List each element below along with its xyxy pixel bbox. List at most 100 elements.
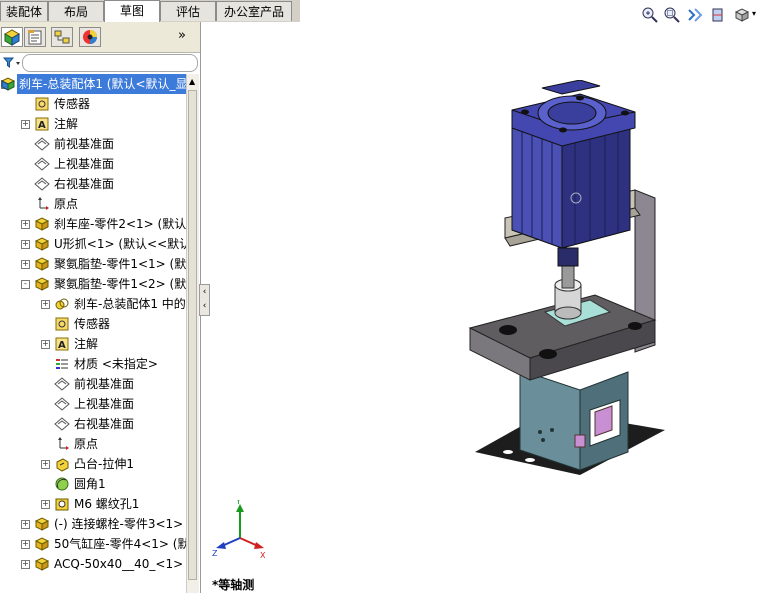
tree-item-label: 圆角1 [74,477,106,491]
configurationmanager-tab[interactable] [51,27,73,47]
tree-item-label: 刹车-总装配体1 (默认<默认_显 [17,74,186,94]
tree-item-label: 刹车-总装配体1 中的配合 [74,297,186,311]
tree-item[interactable]: 右视基准面 [0,414,186,434]
tree-item-label: 注解 [74,337,99,351]
tree-item[interactable]: + 刹车座-零件2<1> (默认<< [0,214,186,234]
scroll-up-arrow[interactable]: ▲ [189,77,195,86]
tree-item-label: M6 螺纹孔1 [74,497,140,511]
tree-item-label: 上视基准面 [74,397,135,411]
plane-icon [54,397,70,411]
tree-item-label: 原点 [54,197,79,211]
origin-icon [38,197,49,210]
tree-item-label: 材质 <未指定> [74,357,158,371]
expand-toggle[interactable]: + [21,220,30,229]
tree-item[interactable]: 材质 <未指定> [0,354,186,374]
filter-icon[interactable] [3,57,21,69]
tree-item[interactable]: +50气缸座-零件4<1> (默认< [0,534,186,554]
featuremanager-tab[interactable] [1,27,23,47]
collapse-toggle[interactable]: - [21,280,30,289]
part-icon [34,217,50,231]
tree-item[interactable]: + A 注解 [0,114,186,134]
tree-item-label: 传感器 [54,97,91,111]
tree-item[interactable]: 前视基准面 [0,374,186,394]
tree-item-label: 注解 [54,117,79,131]
material-icon [56,359,68,369]
tree-item[interactable]: + M6 螺纹孔1 [0,494,186,514]
expand-toggle[interactable]: + [21,560,30,569]
expand-toggle[interactable]: + [21,520,30,529]
tree-item[interactable]: + A 注解 [0,334,186,354]
expand-toggle[interactable]: + [21,120,30,129]
tree-item[interactable]: 上视基准面 [0,154,186,174]
tree-item[interactable]: 原点 [0,434,186,454]
tree-item-label: 传感器 [74,317,111,331]
view-orientation-dropdown[interactable]: ▾ [752,9,756,18]
tab-layout[interactable]: 布局 [48,1,104,21]
tree-item-label: 凸台-拉伸1 [74,457,134,471]
tree-item[interactable]: -刹车-总装配体1 (默认<默认_显 [0,74,186,94]
mate-icon [55,298,69,310]
tree-item-label: 50气缸座-零件4<1> (默认< [54,537,186,551]
panel-collapse-toggle[interactable]: » [178,28,186,43]
tree-scrollbar[interactable]: ▲ [186,74,199,593]
expand-toggle[interactable]: + [41,300,50,309]
svg-text:A: A [38,120,46,131]
plane-icon [34,157,50,171]
tree-item[interactable]: 传感器 [0,314,186,334]
tab-sketch[interactable]: 草图 [104,0,160,22]
propertymanager-tab[interactable] [24,27,46,47]
filter-input[interactable] [22,54,198,72]
zoom-to-area-icon[interactable] [663,6,681,24]
sensor-icon [35,97,49,111]
part-icon [34,537,50,551]
tab-assembly[interactable]: 装配体 [0,1,48,21]
tab-office-products[interactable]: 办公室产品 [216,1,292,21]
tree-item-label: 刹车座-零件2<1> (默认<< [54,217,186,231]
tree-item[interactable]: 原点 [0,194,186,214]
view-orientation-label: *等轴测 [212,578,255,592]
expand-toggle[interactable]: + [41,460,50,469]
triad-z-label: Z [212,549,218,558]
previous-view-icon[interactable] [686,6,704,24]
panel-splitter-handle[interactable]: ‹ ‹ [199,284,210,316]
tree-item-label: ACQ-50x40__40_<1> (默认 [54,557,186,571]
section-view-icon[interactable] [709,6,727,24]
tree-item[interactable]: 上视基准面 [0,394,186,414]
tree-item-label: 上视基准面 [54,157,115,171]
tree-item-label: 右视基准面 [74,417,135,431]
hole-icon [55,498,69,511]
appearance-icon [83,30,97,44]
origin-icon [58,437,69,450]
expand-toggle[interactable]: + [21,540,30,549]
expand-toggle[interactable]: + [21,260,30,269]
tree-item[interactable]: + 聚氨脂垫-零件1<1> (默认< [0,254,186,274]
assembly-model-render[interactable] [430,80,680,480]
tree-item[interactable]: + 刹车-总装配体1 中的配合 [0,294,186,314]
propertymanager-icon [28,30,42,45]
tab-evaluate[interactable]: 评估 [160,1,216,21]
feature-manager-panel: » -刹车-总装配体1 (默认<默认_显传感器+A注解前视基准面上视基准面右视基… [0,22,201,593]
tree-item[interactable]: 前视基准面 [0,134,186,154]
view-orientation-icon[interactable] [733,6,751,24]
tree-item[interactable]: 传感器 [0,94,186,114]
expand-toggle[interactable]: + [21,240,30,249]
coordinate-triad: Y X Z [212,500,266,560]
annotation-icon: A [35,117,49,131]
expand-toggle[interactable]: + [41,340,50,349]
appearance-tab[interactable] [79,27,101,47]
scroll-thumb[interactable] [188,90,197,580]
tree-item[interactable]: + ACQ-50x40__40_<1> (默认 [0,554,186,574]
tree-item[interactable]: 圆角1 [0,474,186,494]
tree-item[interactable]: + U形抓<1> (默认<<默认>_ [0,234,186,254]
tree-item[interactable]: - 聚氨脂垫-零件1<2> (默认< [0,274,186,294]
triad-x-label: X [260,551,266,560]
zoom-to-fit-icon[interactable] [641,6,659,24]
configurationmanager-icon [54,30,70,44]
command-manager-tabs: 装配体 布局 草图 评估 办公室产品 [0,0,300,22]
plane-icon [54,377,70,391]
part-icon [34,517,50,531]
expand-toggle[interactable]: + [41,500,50,509]
tree-item[interactable]: + (-) 连接螺栓-零件3<1> (默 [0,514,186,534]
tree-item[interactable]: + 凸台-拉伸1 [0,454,186,474]
tree-item[interactable]: 右视基准面 [0,174,186,194]
